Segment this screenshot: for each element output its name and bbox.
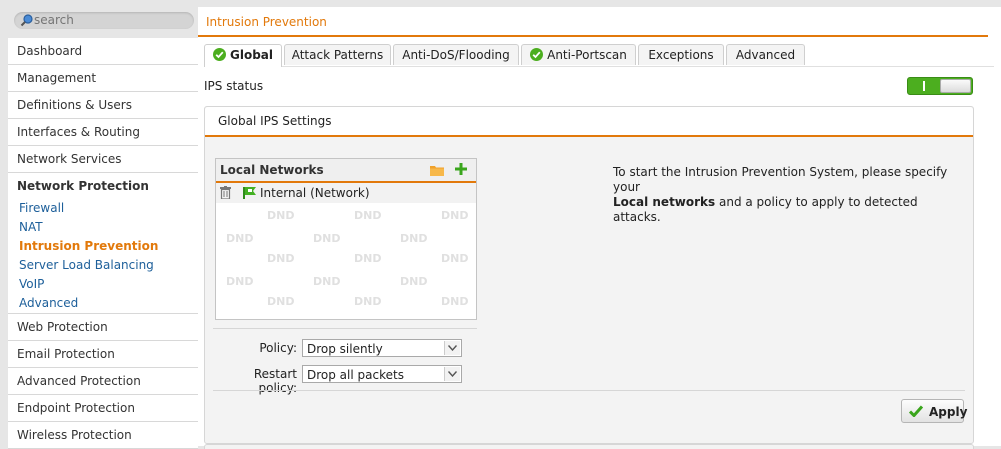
global-ips-settings-panel: Global IPS Settings Local Networks Inter… xyxy=(204,106,974,444)
policy-label: Policy: xyxy=(259,341,297,355)
search-box[interactable] xyxy=(14,12,194,29)
sidebar-subnav: Firewall NAT Intrusion Prevention Server… xyxy=(8,199,198,314)
policy-select[interactable]: Drop silently xyxy=(302,339,462,357)
sidebar-nav: Dashboard Management Definitions & Users… xyxy=(8,38,198,449)
sidebar-item-wireless-protection[interactable]: Wireless Protection xyxy=(8,422,198,449)
apply-label: Apply xyxy=(929,405,968,419)
sidebar-subitem-firewall[interactable]: Firewall xyxy=(8,199,198,218)
chevron-down-icon[interactable] xyxy=(444,341,460,355)
panel-header: Global IPS Settings xyxy=(205,107,973,137)
dnd-watermark: DND xyxy=(226,275,254,288)
dnd-watermark: DND xyxy=(354,252,382,265)
toggle-knob[interactable] xyxy=(940,79,971,93)
check-circle-icon xyxy=(212,48,226,61)
tab-label: Global xyxy=(229,48,273,62)
page-title-bar: Intrusion Prevention xyxy=(198,7,988,37)
network-icon xyxy=(243,187,256,199)
local-networks-box[interactable]: Local Networks Internal (Network) DND DN… xyxy=(215,158,477,320)
folder-icon[interactable] xyxy=(430,164,444,176)
dnd-watermark: DND xyxy=(267,209,295,222)
ips-status-toggle[interactable] xyxy=(907,77,973,95)
check-circle-icon xyxy=(530,48,544,61)
dnd-watermark: DND xyxy=(226,232,254,245)
dnd-watermark: DND xyxy=(354,295,382,308)
tab-bar: Global Attack Patterns Anti-DoS/Flooding… xyxy=(204,44,994,67)
tab-label: Exceptions xyxy=(648,48,714,62)
toggle-on-indicator xyxy=(923,81,925,91)
tab-anti-portscan[interactable]: Anti-Portscan xyxy=(521,44,636,65)
next-panel-edge xyxy=(204,444,974,449)
chevron-down-icon[interactable] xyxy=(444,367,460,381)
sidebar: Dashboard Management Definitions & Users… xyxy=(8,7,198,449)
checkmark-icon xyxy=(909,405,923,417)
sidebar-item-email-protection[interactable]: Email Protection xyxy=(8,341,198,368)
dnd-watermark: DND xyxy=(441,295,469,308)
restart-policy-select[interactable]: Drop all packets xyxy=(302,365,462,383)
sidebar-item-definitions-users[interactable]: Definitions & Users xyxy=(8,92,198,119)
dnd-watermark: DND xyxy=(267,295,295,308)
sidebar-item-management[interactable]: Management xyxy=(8,65,198,92)
search-input[interactable] xyxy=(34,13,189,27)
dnd-watermark: DND xyxy=(313,232,341,245)
dnd-watermark: DND xyxy=(354,209,382,222)
sidebar-subitem-intrusion-prevention[interactable]: Intrusion Prevention xyxy=(8,237,198,256)
sidebar-subitem-voip[interactable]: VoIP xyxy=(8,275,198,294)
sidebar-item-network-services[interactable]: Network Services xyxy=(8,146,198,173)
main-content: Intrusion Prevention Global Attack Patte… xyxy=(198,7,1001,449)
sidebar-item-interfaces-routing[interactable]: Interfaces & Routing xyxy=(8,119,198,146)
tab-advanced[interactable]: Advanced xyxy=(726,44,805,65)
search-icon xyxy=(20,14,33,27)
local-networks-title: Local Networks xyxy=(220,163,324,177)
apply-button[interactable]: Apply xyxy=(901,399,968,423)
panel-title: Global IPS Settings xyxy=(218,114,332,128)
restart-policy-value: Drop all packets xyxy=(307,368,404,382)
tab-label: Attack Patterns xyxy=(291,48,384,62)
dnd-watermark: DND xyxy=(441,252,469,265)
network-entry-label: Internal (Network) xyxy=(260,186,370,200)
sidebar-subitem-nat[interactable]: NAT xyxy=(8,218,198,237)
plus-icon[interactable] xyxy=(455,163,467,175)
divider xyxy=(213,390,965,391)
local-networks-header: Local Networks xyxy=(216,159,476,183)
sidebar-item-dashboard[interactable]: Dashboard xyxy=(8,38,198,65)
sidebar-item-web-protection[interactable]: Web Protection xyxy=(8,314,198,341)
tab-exceptions[interactable]: Exceptions xyxy=(638,44,724,65)
sidebar-subitem-server-load-balancing[interactable]: Server Load Balancing xyxy=(8,256,198,275)
dnd-watermark: DND xyxy=(441,209,469,222)
tab-anti-dos-flooding[interactable]: Anti-DoS/Flooding xyxy=(393,44,519,65)
trash-icon[interactable] xyxy=(220,186,231,199)
network-entry-row[interactable]: Internal (Network) xyxy=(216,183,476,203)
tab-label: Advanced xyxy=(735,48,796,62)
info-text-bold: Local networks xyxy=(613,195,716,209)
page-title: Intrusion Prevention xyxy=(206,15,327,29)
dnd-watermark: DND xyxy=(400,232,428,245)
tab-label: Anti-DoS/Flooding xyxy=(402,48,510,62)
policy-value: Drop silently xyxy=(307,342,383,356)
ips-status-label: IPS status xyxy=(204,79,264,93)
sidebar-subitem-advanced[interactable]: Advanced xyxy=(8,294,198,313)
info-text-line1: To start the Intrusion Prevention System… xyxy=(613,165,948,194)
info-text: To start the Intrusion Prevention System… xyxy=(613,165,953,225)
dnd-watermark: DND xyxy=(313,275,341,288)
sidebar-item-network-protection[interactable]: Network Protection xyxy=(8,173,198,199)
divider xyxy=(213,328,477,329)
dnd-watermark: DND xyxy=(267,252,295,265)
tab-label: Anti-Portscan xyxy=(547,48,627,62)
sidebar-item-endpoint-protection[interactable]: Endpoint Protection xyxy=(8,395,198,422)
tab-attack-patterns[interactable]: Attack Patterns xyxy=(284,44,391,65)
dnd-watermark: DND xyxy=(400,275,428,288)
tab-global[interactable]: Global xyxy=(204,44,282,67)
sidebar-item-advanced-protection[interactable]: Advanced Protection xyxy=(8,368,198,395)
